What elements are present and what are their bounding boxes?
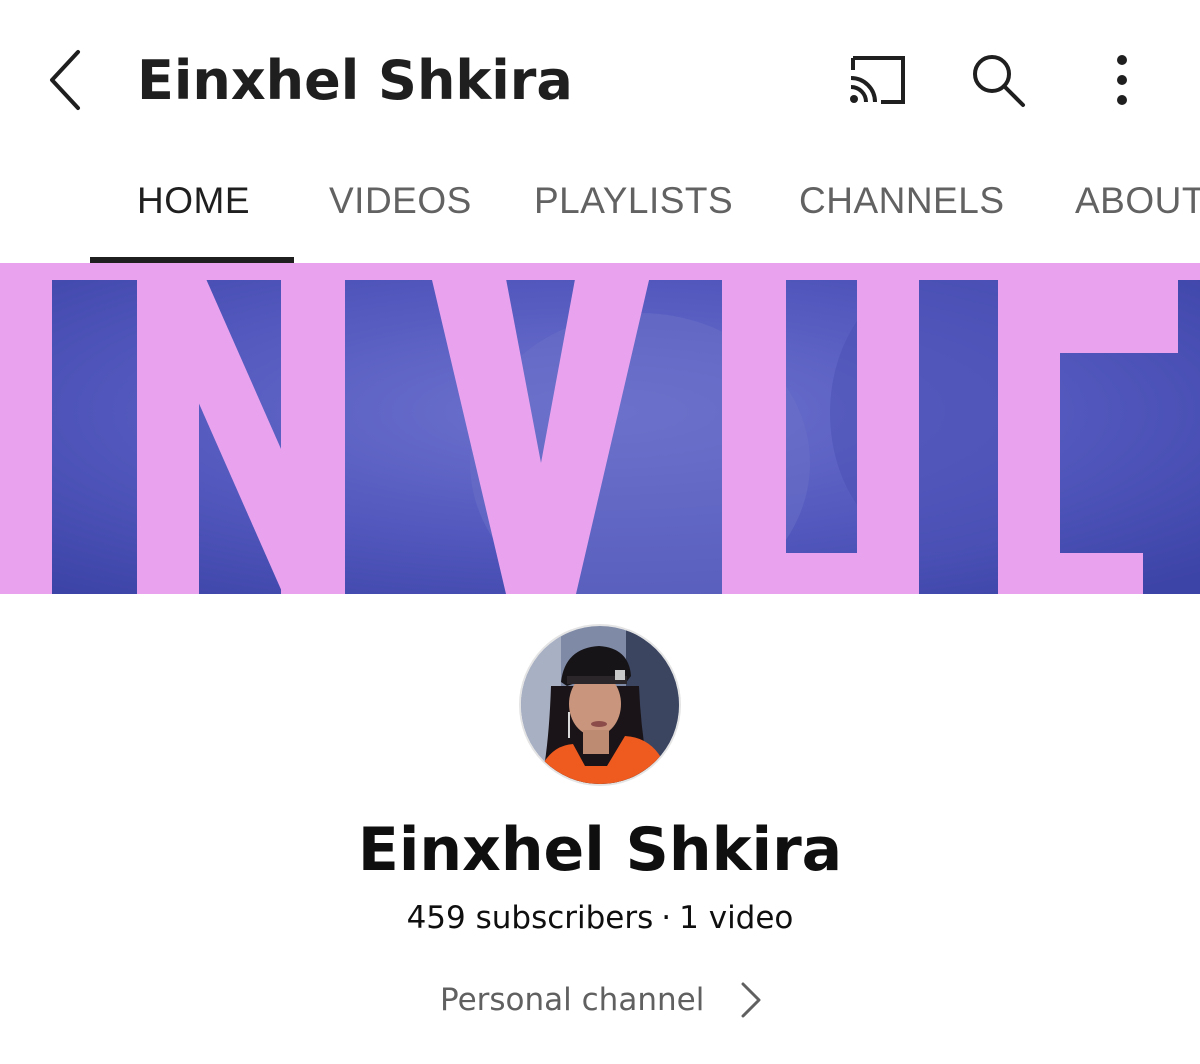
youtube-channel-screen: Einxhel Shkira HOME VIDEOS PLAYLISTS CHA… [0, 0, 1200, 1064]
personal-channel-link[interactable]: Personal channel [440, 974, 770, 1026]
more-vertical-icon [1117, 55, 1127, 105]
app-bar: Einxhel Shkira [0, 0, 1200, 160]
channel-banner [0, 263, 1200, 594]
tab-home[interactable]: HOME [137, 160, 250, 263]
stats-separator: · [661, 900, 672, 936]
profile-photo [521, 626, 679, 784]
app-bar-title: Einxhel Shkira [137, 49, 573, 112]
search-button[interactable] [962, 44, 1034, 116]
channel-name: Einxhel Shkira [357, 815, 843, 885]
subscriber-count: 459 subscribers [406, 900, 654, 936]
search-icon [973, 55, 1025, 107]
tab-videos[interactable]: VIDEOS [329, 160, 472, 263]
video-count: 1 video [679, 900, 794, 936]
tab-channels[interactable]: CHANNELS [799, 160, 1005, 263]
chevron-right-icon [740, 981, 762, 1019]
channel-stats: 459 subscribers · 1 video [0, 896, 1200, 940]
channel-avatar[interactable] [519, 624, 681, 786]
more-options-button[interactable] [1086, 44, 1158, 116]
personal-channel-label: Personal channel [440, 982, 705, 1018]
tab-about[interactable]: ABOUT [1075, 160, 1200, 263]
back-button[interactable] [40, 44, 96, 116]
channel-tabs: HOME VIDEOS PLAYLISTS CHANNELS ABOUT [0, 160, 1200, 263]
cast-button[interactable] [840, 44, 912, 116]
cast-icon [850, 56, 905, 104]
tab-playlists[interactable]: PLAYLISTS [534, 160, 733, 263]
back-arrow-icon [50, 50, 80, 110]
